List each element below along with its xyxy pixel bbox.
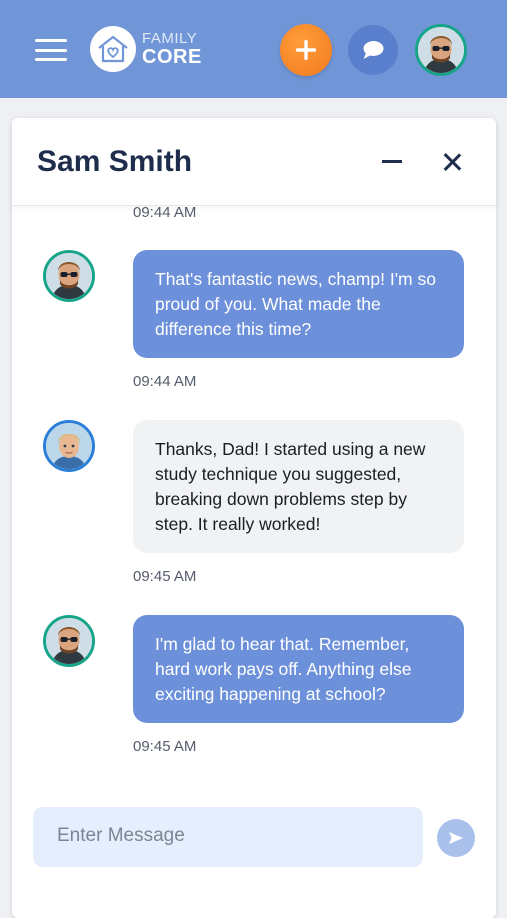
son-avatar[interactable]	[43, 420, 95, 472]
send-button[interactable]	[437, 819, 475, 857]
message-timestamp: 09:45 AM	[133, 568, 197, 585]
message-list[interactable]: 09:44 AM That's fantastic news, champ! I…	[12, 204, 496, 806]
family-core-logo[interactable]: FAMILY CORE	[90, 25, 202, 73]
man-with-sunglasses-icon	[46, 253, 92, 299]
chat-bubble-icon	[363, 41, 384, 59]
message-timestamp: 09:45 AM	[133, 738, 197, 755]
man-with-sunglasses-icon	[418, 27, 464, 73]
profile-avatar[interactable]	[415, 24, 467, 76]
add-button[interactable]	[280, 24, 332, 76]
logo-word-core: CORE	[142, 46, 202, 68]
dad-avatar[interactable]	[43, 250, 95, 302]
messages-button[interactable]	[348, 25, 398, 75]
message-bubble-incoming[interactable]: Thanks, Dad! I started using a new study…	[133, 420, 464, 553]
hamburger-menu-icon[interactable]	[35, 39, 67, 61]
top-navigation-bar: FAMILY CORE	[0, 0, 507, 98]
close-icon[interactable]	[441, 151, 463, 173]
man-with-sunglasses-icon	[46, 618, 92, 664]
chat-header: Sam Smith	[12, 118, 496, 206]
message-timestamp: 09:44 AM	[133, 204, 197, 221]
dad-avatar[interactable]	[43, 615, 95, 667]
send-arrow-icon	[449, 832, 463, 844]
chat-window: Sam Smith 09:44 AM That's fantastic news…	[12, 118, 496, 918]
message-bubble-outgoing[interactable]: That's fantastic news, champ! I'm so pro…	[133, 250, 464, 358]
minimize-icon[interactable]	[382, 160, 402, 163]
plus-icon	[296, 40, 316, 60]
message-input[interactable]: Enter Message	[33, 807, 423, 867]
boy-portrait-icon	[46, 423, 92, 469]
message-bubble-outgoing[interactable]: I'm glad to hear that. Remember, hard wo…	[133, 615, 464, 723]
contact-name: Sam Smith	[37, 145, 193, 178]
house-heart-icon	[90, 26, 136, 72]
message-timestamp: 09:44 AM	[133, 373, 197, 390]
logo-word-family: FAMILY	[142, 30, 198, 47]
